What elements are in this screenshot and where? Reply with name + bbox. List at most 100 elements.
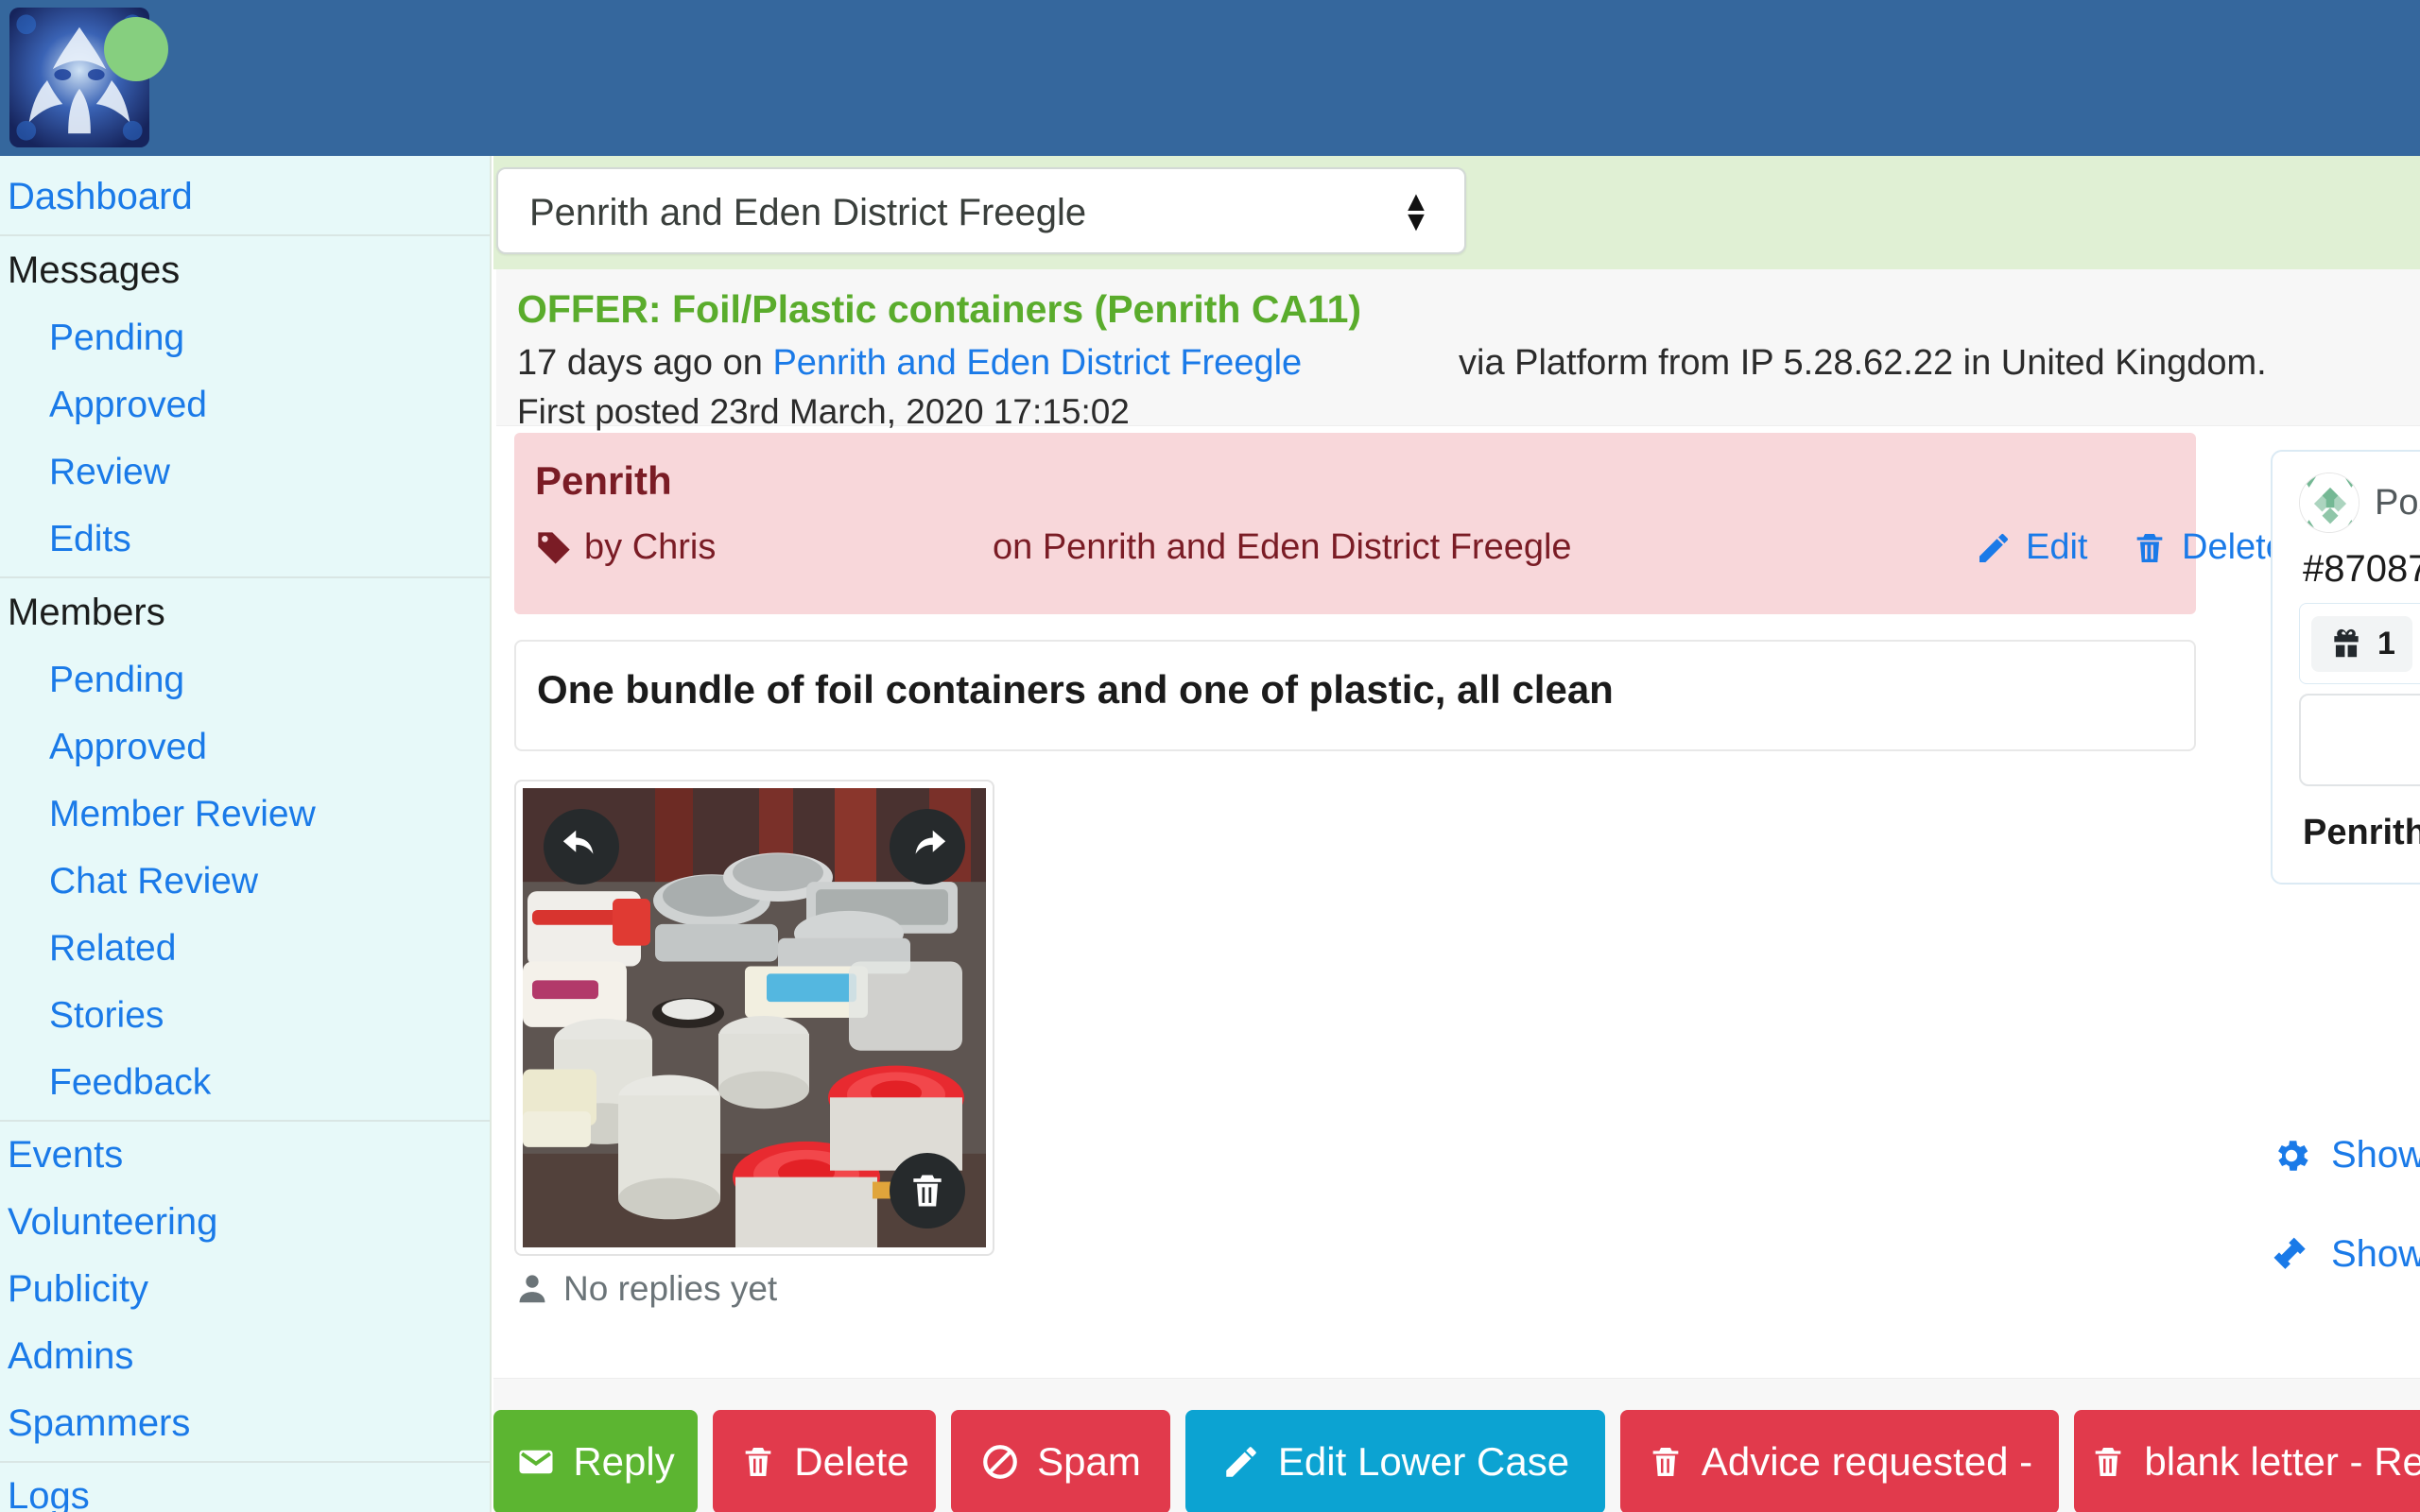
message-info-card: Post #870870 1 Grou Penrith a [2271, 450, 2420, 885]
sidebar-group-main: Dashboard [0, 156, 490, 236]
spam-button[interactable]: Spam [951, 1410, 1170, 1512]
sidebar-item-member-review[interactable]: Member Review [0, 781, 490, 848]
show-mod-tools-link[interactable]: Show [2271, 1233, 2420, 1276]
poster-avatar[interactable] [2299, 472, 2360, 533]
group-button[interactable]: Grou [2299, 694, 2420, 786]
sidebar-item-admins[interactable]: Admins [0, 1323, 490, 1390]
show-settings-link[interactable]: Show [2271, 1134, 2420, 1177]
avatar-wrapper[interactable] [9, 8, 168, 147]
location-title: Penrith [535, 458, 672, 503]
advice-requested-label: Advice requested - [1701, 1439, 2033, 1484]
sidebar-item-related[interactable]: Related [0, 915, 490, 982]
message-actions-bar: Reply Delete Spam Edit Lower Case Advice… [493, 1378, 2420, 1512]
rotate-right-icon [906, 825, 949, 868]
delete-label: Delete [794, 1439, 909, 1484]
sidebar-group-members: Members Pending Approved Member Review C… [0, 578, 490, 1122]
message-photo-wrapper [514, 780, 994, 1256]
sidebar-group-messages: Messages Pending Approved Review Edits [0, 236, 490, 578]
sidebar-group-logs: Logs [0, 1463, 490, 1512]
show-mod-tools-label: Show [2331, 1233, 2420, 1275]
location-by-label: by Chris [584, 527, 717, 567]
trash-icon [2089, 1443, 2127, 1481]
trash-icon [739, 1443, 777, 1481]
delete-button[interactable]: Delete [713, 1410, 936, 1512]
envelope-icon [516, 1442, 556, 1482]
group-select[interactable]: Penrith and Eden District Freegle ▲ ▼ [496, 167, 1466, 254]
sidebar-item-members-pending[interactable]: Pending [0, 646, 490, 713]
message-badges: 1 [2299, 603, 2420, 684]
message-group-link[interactable]: Penrith and Eden District Freegle [772, 343, 1302, 383]
rotate-right-button[interactable] [890, 809, 965, 885]
location-by: by Chris [535, 527, 716, 568]
photo-delete-button[interactable] [890, 1153, 965, 1228]
edit-lower-case-label: Edit Lower Case [1277, 1439, 1570, 1484]
location-box: Penrith by Chris on Penrith and Eden Dis… [514, 433, 2286, 614]
show-settings-label: Show [2331, 1134, 2420, 1176]
trash-icon [2131, 529, 2169, 567]
message-age: 17 days ago on [517, 343, 773, 383]
online-status-dot [104, 17, 168, 81]
sidebar-item-stories[interactable]: Stories [0, 982, 490, 1049]
spam-label: Spam [1037, 1439, 1141, 1484]
trash-icon [907, 1170, 948, 1211]
sidebar-item-feedback[interactable]: Feedback [0, 1049, 490, 1116]
message-age-line: 17 days ago on Penrith and Eden District… [517, 343, 1302, 384]
replies-row: No replies yet [514, 1269, 2196, 1309]
sidebar-heading-members: Members [8, 592, 165, 633]
badge-gift[interactable]: 1 [2311, 615, 2412, 672]
sidebar-item-messages-edits[interactable]: Edits [0, 506, 490, 573]
user-icon [514, 1271, 550, 1307]
gift-icon [2328, 626, 2364, 662]
message-id: #870870 [2303, 548, 2420, 590]
sidebar-item-spammers[interactable]: Spammers [0, 1390, 490, 1457]
advice-requested-button[interactable]: Advice requested - [1620, 1410, 2059, 1512]
reply-label: Reply [573, 1439, 675, 1484]
main-content: Penrith and Eden District Freegle ▲ ▼ OFF… [493, 156, 2420, 1512]
trash-icon [1647, 1443, 1685, 1481]
location-delete-button[interactable]: Delete [2131, 527, 2286, 568]
top-bar [0, 0, 2420, 156]
hammer-icon [2271, 1234, 2312, 1276]
sidebar-group-other: Events Volunteering Publicity Admins Spa… [0, 1122, 490, 1463]
updown-caret-icon: ▲ ▼ [1402, 186, 1430, 237]
location-edit-button[interactable]: Edit [1975, 527, 2087, 568]
message-subject: OFFER: Foil/Plastic containers (Penrith … [517, 287, 1362, 331]
sidebar-item-messages-pending[interactable]: Pending [0, 304, 490, 371]
message-photo[interactable] [523, 788, 986, 1247]
message-body-text: One bundle of foil containers and one of… [537, 667, 1614, 712]
blank-letter-reject-button[interactable]: blank letter - Reje [2074, 1410, 2420, 1512]
tag-icon [535, 529, 573, 567]
sidebar-heading-messages: Messages [8, 249, 181, 291]
sidebar-item-members-approved[interactable]: Approved [0, 713, 490, 781]
sidebar-item-chat-review[interactable]: Chat Review [0, 848, 490, 915]
sidebar-item-publicity[interactable]: Publicity [0, 1256, 490, 1323]
group-select-strip: Penrith and Eden District Freegle ▲ ▼ [493, 156, 2420, 269]
sidebar-item-messages-review[interactable]: Review [0, 438, 490, 506]
poster-row: Post [2299, 472, 2420, 533]
rotate-left-button[interactable] [544, 809, 619, 885]
edit-lower-case-button[interactable]: Edit Lower Case [1185, 1410, 1605, 1512]
message-first-posted: First posted 23rd March, 2020 17:15:02 [517, 392, 1130, 431]
pencil-icon [1975, 529, 2013, 567]
blank-letter-reject-label: blank letter - Reje [2144, 1439, 2420, 1484]
message-content-column: Penrith by Chris on Penrith and Eden Dis… [514, 433, 2286, 1309]
sidebar-item-events[interactable]: Events [0, 1122, 490, 1189]
reply-button[interactable]: Reply [493, 1410, 698, 1512]
location-edit-label: Edit [2026, 527, 2088, 567]
rotate-left-icon [560, 825, 603, 868]
replies-label: No replies yet [563, 1269, 778, 1308]
poster-avatar-pattern-icon [2300, 473, 2359, 532]
sidebar-item-dashboard[interactable]: Dashboard [0, 163, 490, 231]
message-header: OFFER: Foil/Plastic containers (Penrith … [496, 269, 2420, 431]
badge-gift-count: 1 [2377, 625, 2395, 662]
pencil-icon [1221, 1442, 1261, 1482]
sidebar: Dashboard Messages Pending Approved Revi… [0, 156, 492, 1512]
sidebar-item-volunteering[interactable]: Volunteering [0, 1189, 490, 1256]
message-source: via Platform from IP 5.28.62.22 in Unite… [1459, 343, 2267, 383]
sidebar-item-logs[interactable]: Logs [0, 1463, 490, 1512]
sidebar-item-messages-approved[interactable]: Approved [0, 371, 490, 438]
poster-label: Post [2375, 482, 2420, 523]
ban-icon [980, 1442, 1020, 1482]
group-select-value: Penrith and Eden District Freegle [529, 192, 1087, 233]
location-on-group: on Penrith and Eden District Freegle [993, 527, 1572, 567]
